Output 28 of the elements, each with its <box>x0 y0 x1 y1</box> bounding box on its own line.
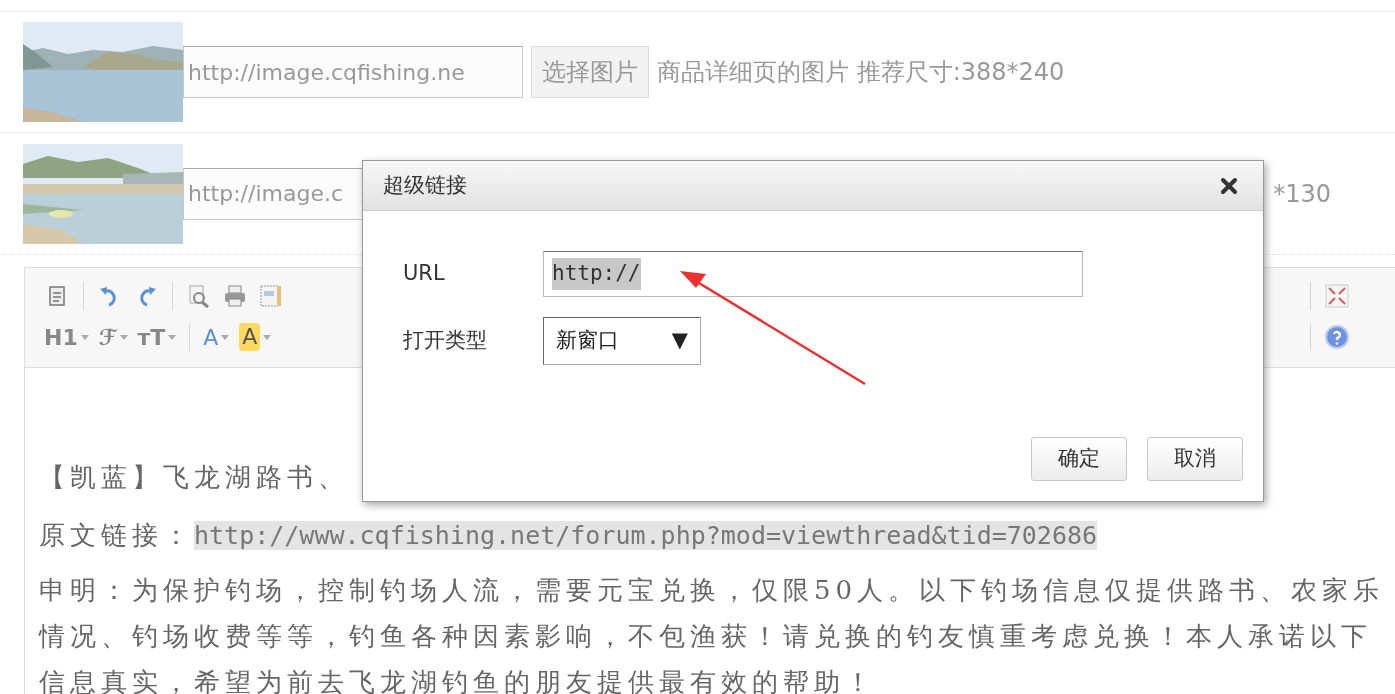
toolbar-dropdown[interactable]: H1 <box>39 320 94 354</box>
magnifier-page-icon[interactable] <box>186 282 212 309</box>
toolbar-dropdown[interactable]: ᴛT <box>132 320 182 354</box>
caret-icon <box>168 334 177 340</box>
caret-icon <box>263 334 272 340</box>
dialog-title: 超级链接 <box>383 171 467 199</box>
url-label: URL <box>403 260 446 288</box>
caret-icon <box>80 334 89 340</box>
choose-image-button[interactable]: 选择图片 <box>531 46 649 98</box>
caret-icon <box>119 334 128 340</box>
target-select[interactable]: 新窗口 ▼ <box>543 317 701 365</box>
image-url-field[interactable]: http://image.cqfishing.ne <box>183 46 523 98</box>
url-field[interactable]: http:// <box>543 251 1083 297</box>
caret-icon <box>221 334 230 340</box>
target-label: 打开类型 <box>403 327 488 355</box>
help-icon[interactable] <box>1324 324 1350 350</box>
toolbar-dropdown[interactable]: ℱ <box>93 320 133 354</box>
image-hint: *130 <box>1273 178 1331 210</box>
fullscreen-icon[interactable] <box>1324 282 1350 309</box>
source-link[interactable]: http://www.cqfishing.net/forum.php?mod=viewthread&tid=702686 <box>194 521 1098 550</box>
font-color-button[interactable]: A <box>198 320 235 354</box>
document-icon[interactable] <box>258 282 284 309</box>
print-icon[interactable] <box>222 282 248 309</box>
image-hint: 商品详细页的图片 推荐尺寸:388*240 <box>657 57 1065 88</box>
dialog-button[interactable]: 确定 <box>1031 437 1127 481</box>
post-intro-text: 【凯蓝】飞龙湖路书、 <box>39 461 349 494</box>
source-link-line: 原文链接：http://www.cqfishing.net/forum.php?mod=viewthread&tid=702686 <box>39 519 1098 552</box>
dialog-button[interactable]: 取消 <box>1147 437 1243 481</box>
